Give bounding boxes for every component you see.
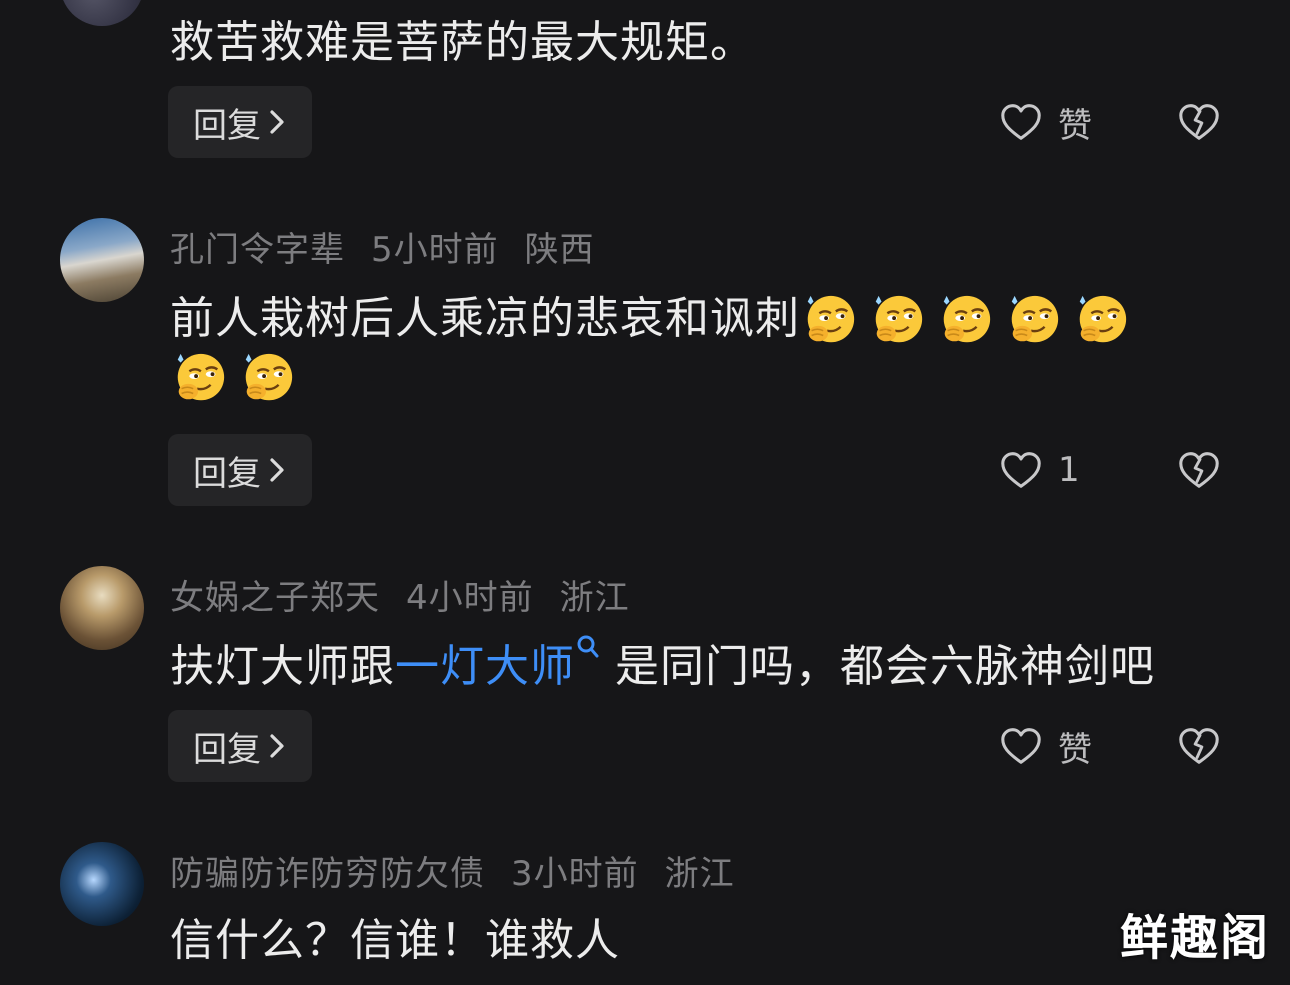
comment-text: 扶灯大师跟一灯大师 是同门吗，都会六脉神剑吧 bbox=[170, 630, 1155, 694]
smirk-emoji-icon bbox=[936, 292, 994, 350]
smirk-emoji-icon bbox=[800, 292, 858, 350]
comment-text: 救苦救难是菩萨的最大规矩。 bbox=[170, 17, 755, 68]
comment-text-after: 是同门吗，都会六脉神剑吧 bbox=[615, 641, 1155, 692]
smirk-emoji-icon bbox=[1004, 292, 1062, 350]
heart-icon bbox=[998, 723, 1044, 769]
comment-text-body: 前人栽树后人乘凉的悲哀和讽刺 bbox=[170, 293, 800, 344]
like-button[interactable]: 赞 bbox=[998, 710, 1092, 782]
comment-meta: 防骗防诈防穷防欠债 3小时前 浙江 bbox=[170, 846, 761, 895]
timestamp: 5小时前 bbox=[371, 230, 499, 270]
reply-button[interactable]: 回复 bbox=[168, 86, 312, 158]
comment-text: 前人栽树后人乘凉的悲哀和讽刺 bbox=[170, 282, 1140, 350]
location: 陕西 bbox=[524, 230, 595, 270]
avatar[interactable] bbox=[60, 566, 144, 650]
reply-label: 回复 bbox=[193, 453, 261, 494]
like-count: 赞 bbox=[1058, 105, 1092, 146]
comment-meta: 孔门令字辈 5小时前 陕西 bbox=[170, 222, 621, 271]
chevron-right-icon bbox=[267, 731, 287, 761]
dislike-button[interactable] bbox=[1176, 86, 1224, 158]
comment-text-emoji-line bbox=[170, 350, 306, 408]
smirk-emoji-icon bbox=[868, 292, 926, 350]
broken-heart-icon bbox=[1176, 723, 1222, 769]
reply-label: 回复 bbox=[193, 729, 261, 770]
like-button[interactable]: 赞 bbox=[998, 86, 1092, 158]
like-count: 1 bbox=[1058, 450, 1080, 490]
timestamp: 3小时前 bbox=[511, 854, 639, 894]
location: 浙江 bbox=[559, 578, 630, 618]
dislike-button[interactable] bbox=[1176, 710, 1224, 782]
username[interactable]: 孔门令字辈 bbox=[170, 230, 345, 270]
heart-icon bbox=[998, 447, 1044, 493]
smirk-emoji-icon bbox=[170, 350, 228, 408]
username[interactable]: 防骗防诈防穷防欠债 bbox=[170, 854, 485, 894]
reply-button[interactable]: 回复 bbox=[168, 710, 312, 782]
chevron-right-icon bbox=[267, 455, 287, 485]
comment-text-before: 扶灯大师跟 bbox=[170, 641, 395, 692]
location: 浙江 bbox=[664, 854, 735, 894]
search-icon bbox=[577, 635, 599, 658]
chevron-right-icon bbox=[267, 107, 287, 137]
timestamp: 4小时前 bbox=[406, 578, 534, 618]
search-link-label: 一灯大师 bbox=[395, 641, 575, 692]
avatar[interactable] bbox=[60, 218, 144, 302]
like-button[interactable]: 1 bbox=[998, 434, 1080, 506]
broken-heart-icon bbox=[1176, 99, 1222, 145]
reply-label: 回复 bbox=[193, 105, 261, 146]
reply-button[interactable]: 回复 bbox=[168, 434, 312, 506]
like-count: 赞 bbox=[1058, 729, 1092, 770]
avatar[interactable] bbox=[60, 842, 144, 926]
heart-icon bbox=[998, 99, 1044, 145]
dislike-button[interactable] bbox=[1176, 434, 1224, 506]
watermark: 鲜趣阁 bbox=[1120, 910, 1271, 966]
comment-text: 信什么？信谁！谁救人 bbox=[170, 915, 620, 966]
avatar[interactable] bbox=[60, 0, 144, 26]
username[interactable]: 女娲之子郑天 bbox=[170, 578, 380, 618]
smirk-emoji-icon bbox=[1072, 292, 1130, 350]
smirk-emoji-icon bbox=[238, 350, 296, 408]
broken-heart-icon bbox=[1176, 447, 1222, 493]
search-link[interactable]: 一灯大师 bbox=[395, 635, 615, 692]
comment-meta: 女娲之子郑天 4小时前 浙江 bbox=[170, 570, 656, 619]
